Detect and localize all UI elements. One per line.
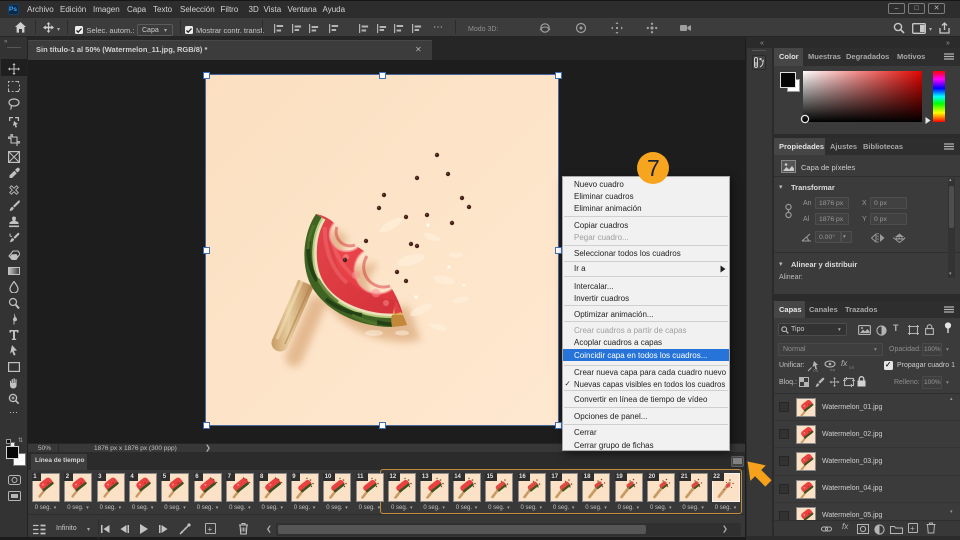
svg-text:○○: ○○ bbox=[830, 368, 836, 373]
svg-text:○○: ○○ bbox=[813, 368, 819, 372]
